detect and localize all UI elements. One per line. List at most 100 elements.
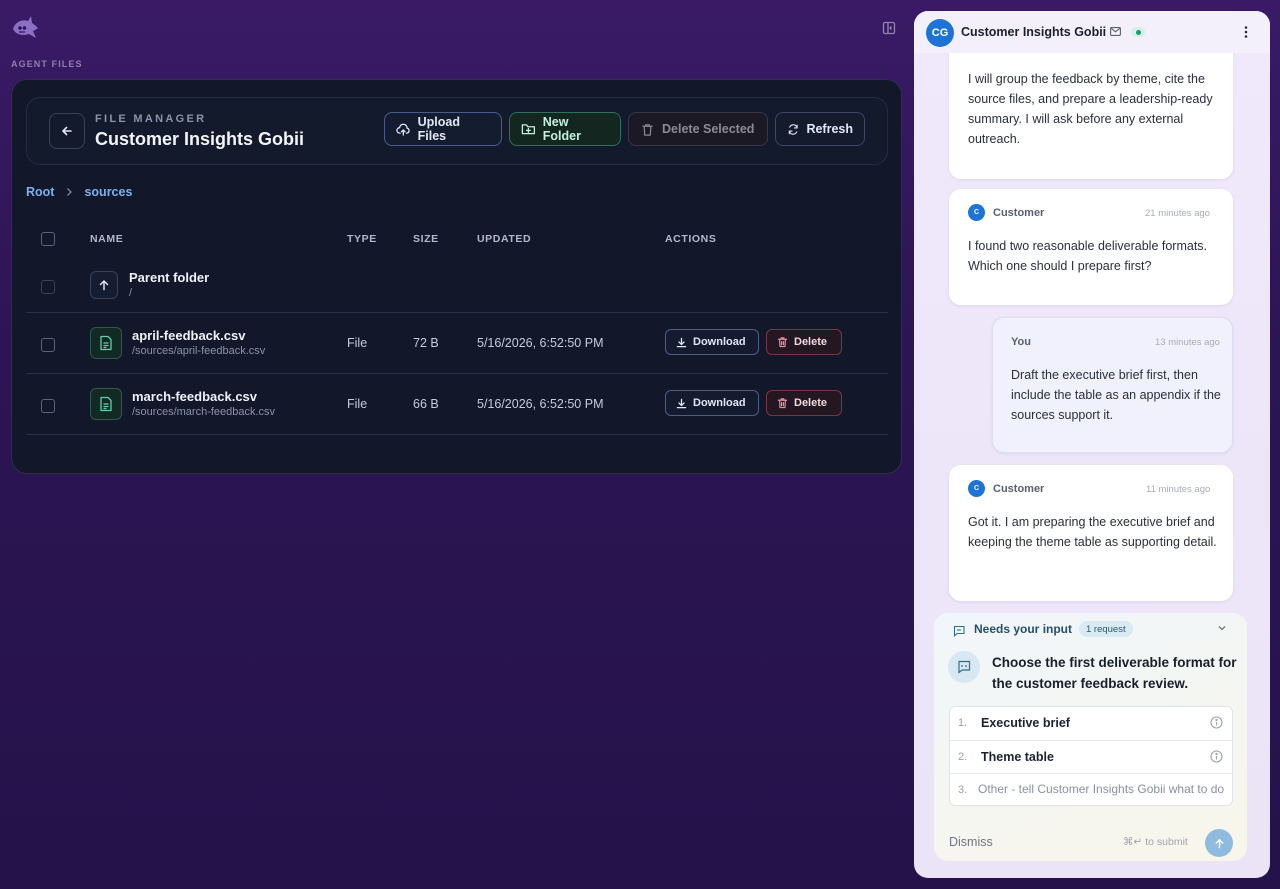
folder-plus-icon bbox=[521, 123, 536, 134]
refresh-label: Refresh bbox=[806, 122, 853, 136]
message-author: Customer bbox=[993, 483, 1045, 495]
agent-files-label: AGENT FILES bbox=[11, 59, 83, 69]
breadcrumb-sources[interactable]: sources bbox=[84, 185, 132, 199]
needs-input-card: Needs your input 1 request Choose the fi… bbox=[934, 613, 1247, 861]
delete-button[interactable]: Delete bbox=[766, 329, 842, 355]
option-other[interactable]: 3. bbox=[950, 773, 1232, 805]
parent-folder-name[interactable]: Parent folder bbox=[129, 270, 209, 285]
parent-folder-button[interactable] bbox=[90, 271, 118, 299]
row-checkbox-april[interactable] bbox=[41, 338, 55, 352]
parent-row-checkbox bbox=[41, 280, 55, 294]
request-count-badge: 1 request bbox=[1079, 621, 1133, 637]
file-csv-icon bbox=[90, 388, 122, 420]
delete-selected-button[interactable]: Delete Selected bbox=[628, 112, 768, 146]
more-options-icon[interactable] bbox=[1235, 21, 1257, 43]
file-size: 72 B bbox=[413, 336, 439, 350]
info-icon[interactable] bbox=[1210, 716, 1223, 729]
chat-header: CG Customer Insights Gobii bbox=[914, 11, 1270, 53]
message-text: I will group the feedback by theme, cite… bbox=[968, 72, 1213, 146]
select-all-checkbox[interactable] bbox=[41, 232, 55, 246]
download-icon bbox=[676, 398, 687, 408]
chevron-down-icon[interactable] bbox=[1216, 622, 1228, 634]
column-header-size[interactable]: SIZE bbox=[413, 233, 439, 245]
file-name[interactable]: april-feedback.csv bbox=[132, 328, 245, 343]
delete-label: Delete bbox=[794, 336, 828, 348]
message-time: 11 minutes ago bbox=[1146, 484, 1211, 495]
message-text: I found two reasonable deliverable forma… bbox=[968, 239, 1208, 273]
download-button[interactable]: Download bbox=[665, 390, 759, 416]
delete-selected-label: Delete Selected bbox=[662, 122, 755, 136]
file-updated: 5/16/2026, 6:52:50 PM bbox=[477, 397, 604, 411]
refresh-icon bbox=[788, 123, 798, 135]
download-icon bbox=[676, 337, 687, 347]
panel-toggle-icon[interactable] bbox=[880, 19, 898, 37]
online-status-icon bbox=[1131, 27, 1145, 37]
download-label: Download bbox=[693, 336, 746, 348]
new-folder-button[interactable]: New Folder bbox=[509, 112, 621, 146]
option-theme-table[interactable]: 2. Theme table bbox=[950, 740, 1232, 773]
file-size: 66 B bbox=[413, 397, 439, 411]
upload-files-label: Upload Files bbox=[417, 115, 460, 143]
chat-panel: CG Customer Insights Gobii I will group … bbox=[914, 11, 1270, 878]
file-csv-icon bbox=[90, 327, 122, 359]
chevron-right-icon bbox=[65, 187, 73, 197]
breadcrumb: Root sources bbox=[26, 185, 132, 199]
message-text: Draft the executive brief first, then in… bbox=[1011, 368, 1221, 422]
message-avatar: C bbox=[968, 204, 985, 221]
trash-icon bbox=[777, 398, 788, 409]
file-path: /sources/march-feedback.csv bbox=[132, 406, 276, 418]
needs-input-label: Needs your input bbox=[974, 622, 1073, 636]
message-question-icon bbox=[953, 625, 965, 637]
chat-message-user: You 13 minutes ago Draft the executive b… bbox=[992, 317, 1233, 453]
other-answer-input[interactable] bbox=[978, 782, 1230, 796]
option-label: Executive brief bbox=[981, 716, 1070, 730]
delete-label: Delete bbox=[794, 397, 828, 409]
column-header-updated[interactable]: UPDATED bbox=[477, 233, 531, 245]
upload-files-button[interactable]: Upload Files bbox=[384, 112, 502, 146]
message-time: 21 minutes ago bbox=[1145, 208, 1210, 219]
chat-message: C Customer 11 minutes ago Got it. I am p… bbox=[949, 465, 1233, 601]
dismiss-button[interactable]: Dismiss bbox=[949, 835, 993, 849]
row-checkbox-march[interactable] bbox=[41, 399, 55, 413]
arrow-up-icon bbox=[99, 280, 109, 291]
message-time: 13 minutes ago bbox=[1155, 337, 1220, 348]
agent-avatar: CG bbox=[926, 19, 954, 47]
delete-button[interactable]: Delete bbox=[766, 390, 842, 416]
message-author: You bbox=[1011, 336, 1031, 348]
trash-icon bbox=[777, 337, 788, 348]
option-label: Theme table bbox=[981, 750, 1054, 764]
row-divider bbox=[26, 312, 888, 313]
back-button[interactable] bbox=[49, 113, 85, 149]
message-text: Got it. I am preparing the executive bri… bbox=[968, 515, 1217, 549]
breadcrumb-root[interactable]: Root bbox=[26, 185, 54, 199]
question-icon bbox=[948, 651, 980, 683]
option-number: 3. bbox=[958, 784, 968, 796]
arrow-up-icon bbox=[1215, 838, 1223, 848]
file-type: File bbox=[347, 336, 368, 350]
row-divider bbox=[26, 434, 888, 435]
download-button[interactable]: Download bbox=[665, 329, 759, 355]
chat-title: Customer Insights Gobii bbox=[961, 25, 1107, 39]
question-text: Choose the first deliverable format for … bbox=[992, 655, 1237, 691]
arrow-left-icon bbox=[62, 126, 72, 136]
answer-options: 1. Executive brief 2. Theme table 3. bbox=[949, 706, 1233, 806]
new-folder-label: New Folder bbox=[542, 115, 581, 143]
file-name[interactable]: march-feedback.csv bbox=[132, 389, 257, 404]
send-button[interactable] bbox=[1205, 829, 1233, 857]
file-type: File bbox=[347, 397, 368, 411]
refresh-button[interactable]: Refresh bbox=[775, 112, 865, 146]
chat-message: I will group the feedback by theme, cite… bbox=[949, 41, 1233, 179]
option-executive-brief[interactable]: 1. Executive brief bbox=[950, 707, 1232, 740]
mail-icon[interactable] bbox=[1110, 27, 1121, 36]
submit-hint: ⌘↵ to submit bbox=[1123, 836, 1188, 848]
message-author: Customer bbox=[993, 207, 1045, 219]
column-header-name[interactable]: NAME bbox=[90, 233, 123, 245]
file-updated: 5/16/2026, 6:52:50 PM bbox=[477, 336, 604, 350]
column-header-type[interactable]: TYPE bbox=[347, 233, 377, 245]
info-icon[interactable] bbox=[1210, 750, 1223, 763]
file-manager-eyebrow: FILE MANAGER bbox=[95, 113, 207, 125]
page-title: Customer Insights Gobii bbox=[95, 129, 305, 149]
file-manager-header: FILE MANAGER Customer Insights Gobii Upl… bbox=[26, 97, 888, 165]
file-path: /sources/april-feedback.csv bbox=[132, 345, 266, 357]
chat-message: C Customer 21 minutes ago I found two re… bbox=[949, 189, 1233, 305]
